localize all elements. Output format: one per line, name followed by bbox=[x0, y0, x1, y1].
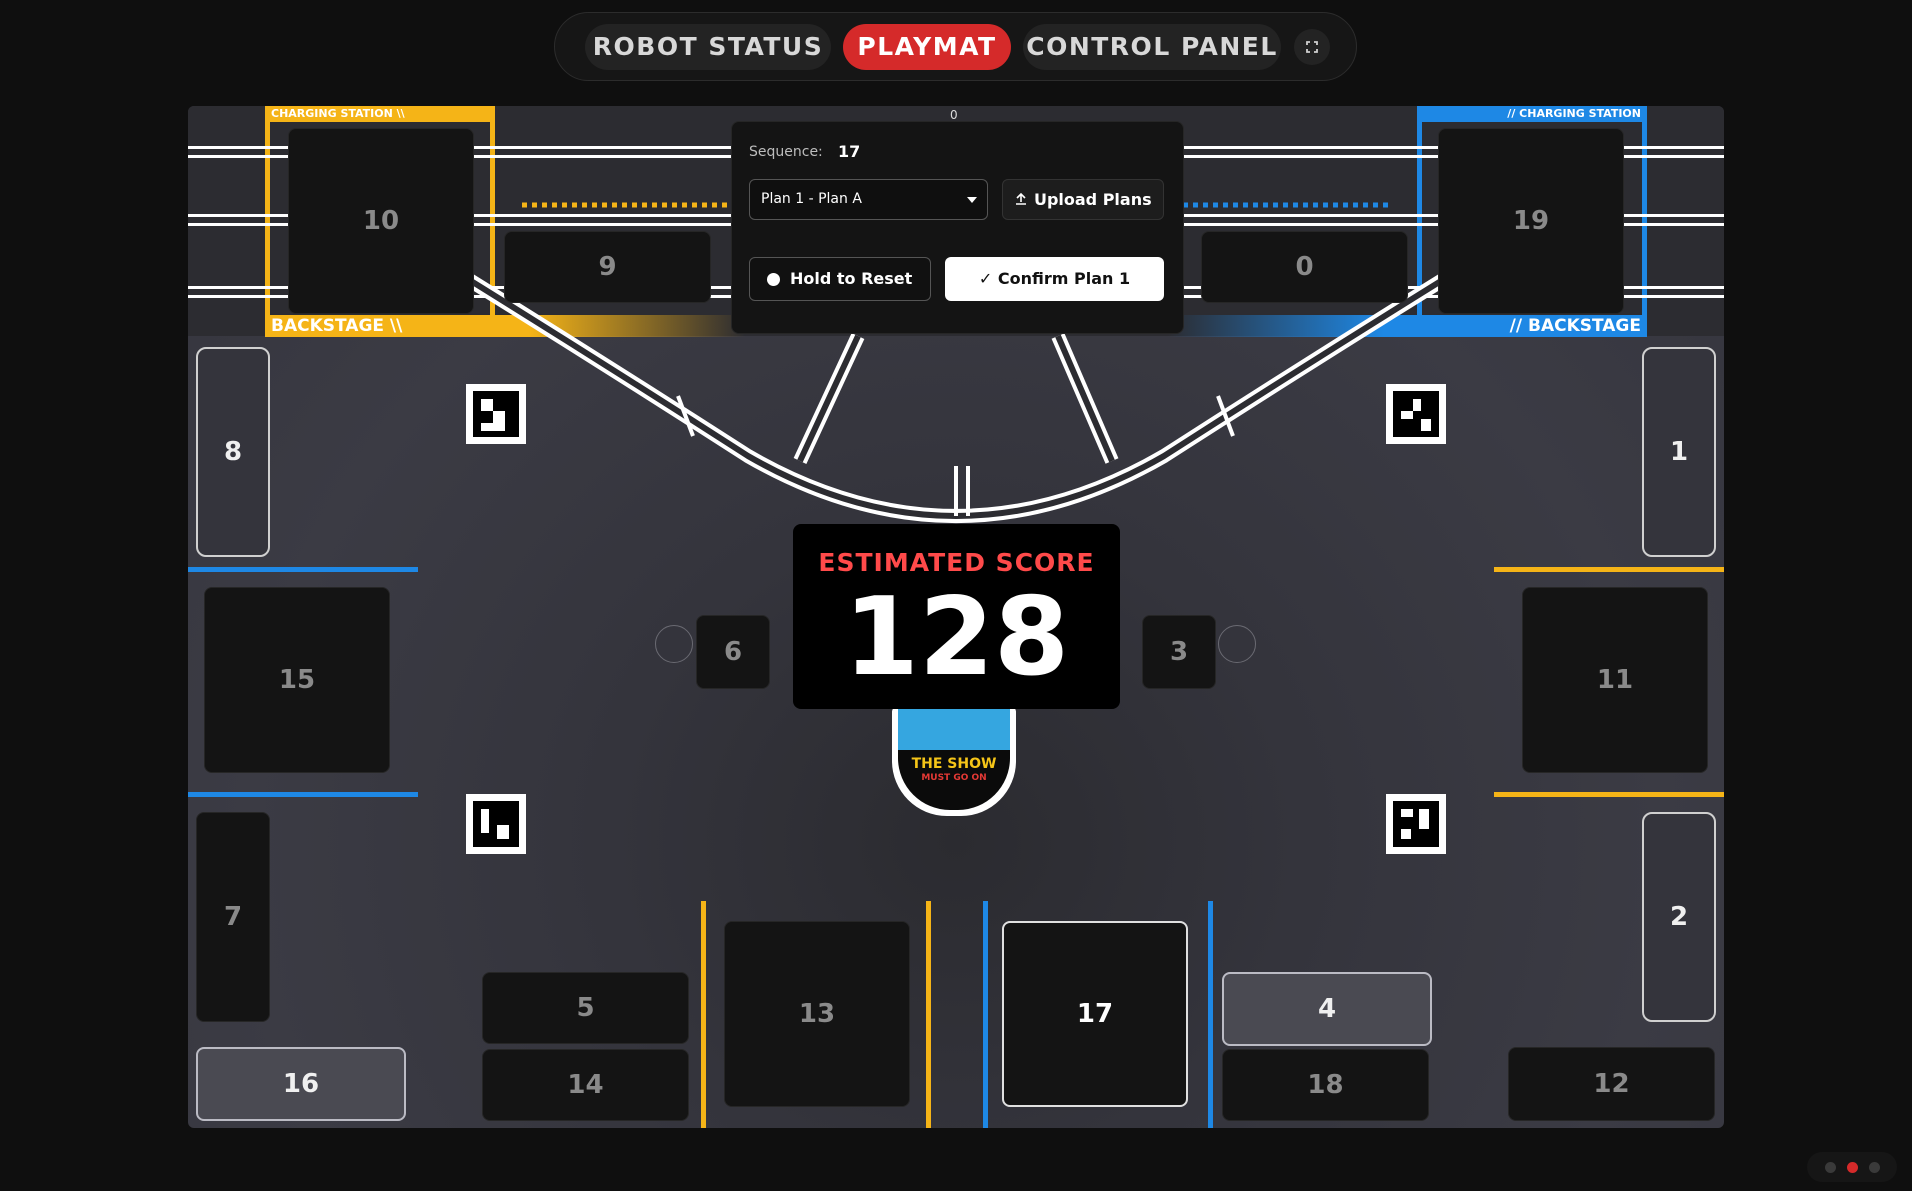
upload-plans-label: Upload Plans bbox=[1033, 190, 1152, 209]
zone-2[interactable]: 2 bbox=[1642, 812, 1716, 1022]
top-navigation: ROBOT STATUS PLAYMAT CONTROL PANEL bbox=[554, 12, 1357, 81]
zone-3[interactable]: 3 bbox=[1142, 615, 1216, 689]
upload-plans-button[interactable]: Upload Plans bbox=[1002, 179, 1164, 220]
zone-13[interactable]: 13 bbox=[724, 921, 910, 1107]
logo-title: THE SHOW bbox=[911, 756, 997, 772]
logo-subtitle: MUST GO ON bbox=[921, 773, 987, 783]
score-label: ESTIMATED SCORE bbox=[818, 548, 1095, 577]
tab-control-panel[interactable]: CONTROL PANEL bbox=[1023, 24, 1281, 70]
page-dot-active[interactable] bbox=[1847, 1162, 1858, 1173]
expand-icon bbox=[1306, 41, 1318, 53]
page-dot[interactable] bbox=[1825, 1162, 1836, 1173]
zone-18[interactable]: 18 bbox=[1222, 1049, 1429, 1121]
logo-sky bbox=[898, 706, 1010, 750]
confirm-plan-button[interactable]: ✓ Confirm Plan 1 bbox=[945, 257, 1164, 301]
upload-icon bbox=[1016, 192, 1027, 205]
zone-10[interactable]: 10 bbox=[288, 128, 474, 314]
check-icon: ✓ bbox=[978, 269, 993, 288]
placement-circle bbox=[1218, 625, 1256, 663]
tab-robot-status[interactable]: ROBOT STATUS bbox=[585, 24, 831, 70]
confirm-plan-label: Confirm Plan 1 bbox=[997, 269, 1131, 288]
control-panel: Sequence: 17 Plan 1 - Plan A Upload Plan… bbox=[731, 121, 1184, 334]
aruco-marker bbox=[466, 794, 526, 854]
zone-11[interactable]: 11 bbox=[1522, 587, 1708, 773]
event-logo: THE SHOW MUST GO ON bbox=[892, 706, 1016, 816]
score-value: 128 bbox=[843, 575, 1070, 700]
zone-1[interactable]: 1 bbox=[1642, 347, 1716, 557]
zone-15[interactable]: 15 bbox=[204, 587, 390, 773]
zone-19[interactable]: 19 bbox=[1438, 128, 1624, 314]
aruco-marker bbox=[1386, 794, 1446, 854]
tab-playmat[interactable]: PLAYMAT bbox=[843, 24, 1011, 70]
plan-select[interactable]: Plan 1 - Plan A bbox=[749, 179, 988, 220]
zone-17[interactable]: 17 bbox=[1002, 921, 1188, 1107]
page-dot[interactable] bbox=[1869, 1162, 1880, 1173]
sequence-label: Sequence: bbox=[749, 144, 823, 160]
zone-0[interactable]: 0 bbox=[1201, 231, 1408, 303]
zone-7[interactable]: 7 bbox=[196, 812, 270, 1022]
top-counter: 0 bbox=[950, 108, 958, 122]
sequence-value: 17 bbox=[838, 142, 861, 161]
hold-to-reset-label: Hold to Reset bbox=[790, 269, 913, 288]
aruco-marker bbox=[466, 384, 526, 444]
zone-4[interactable]: 4 bbox=[1222, 972, 1432, 1046]
zone-9[interactable]: 9 bbox=[504, 231, 711, 303]
placement-circle bbox=[655, 625, 693, 663]
hold-to-reset-button[interactable]: Hold to Reset bbox=[749, 257, 931, 301]
plan-select-value: Plan 1 - Plan A bbox=[761, 191, 862, 207]
fullscreen-button[interactable] bbox=[1294, 29, 1330, 65]
zone-6[interactable]: 6 bbox=[696, 615, 770, 689]
zone-16[interactable]: 16 bbox=[196, 1047, 406, 1121]
page-indicator bbox=[1807, 1152, 1897, 1182]
aruco-marker bbox=[1386, 384, 1446, 444]
chevron-down-icon bbox=[967, 197, 977, 203]
zone-14[interactable]: 14 bbox=[482, 1049, 689, 1121]
zone-8[interactable]: 8 bbox=[196, 347, 270, 557]
zone-12[interactable]: 12 bbox=[1508, 1047, 1715, 1121]
score-card: ESTIMATED SCORE 128 bbox=[793, 524, 1120, 709]
zone-5[interactable]: 5 bbox=[482, 972, 689, 1044]
reset-dot-icon bbox=[767, 273, 780, 286]
